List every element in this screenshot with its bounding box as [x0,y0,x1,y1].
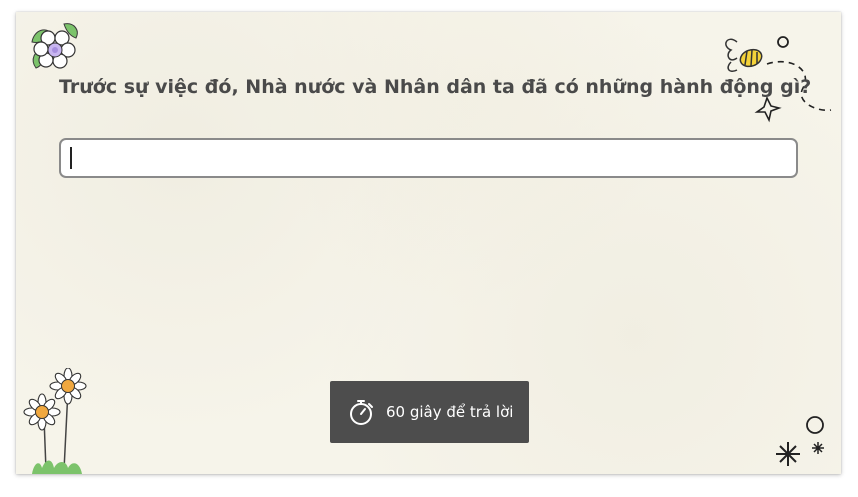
flower-decoration-icon [31,23,78,69]
question-text: Trước sự việc đó, Nhà nước và Nhân dân t… [59,76,812,98]
sparkle-decoration-icon [776,416,824,466]
answer-input[interactable] [59,138,798,178]
stopwatch-icon [350,400,373,425]
quiz-slide: Trước sự việc đó, Nhà nước và Nhân dân t… [16,12,841,474]
timer-label: 60 giây để trả lời [386,403,514,421]
timer-badge: 60 giây để trả lời [330,381,529,443]
daisy-decoration-icon [23,368,87,474]
text-cursor [70,147,72,169]
